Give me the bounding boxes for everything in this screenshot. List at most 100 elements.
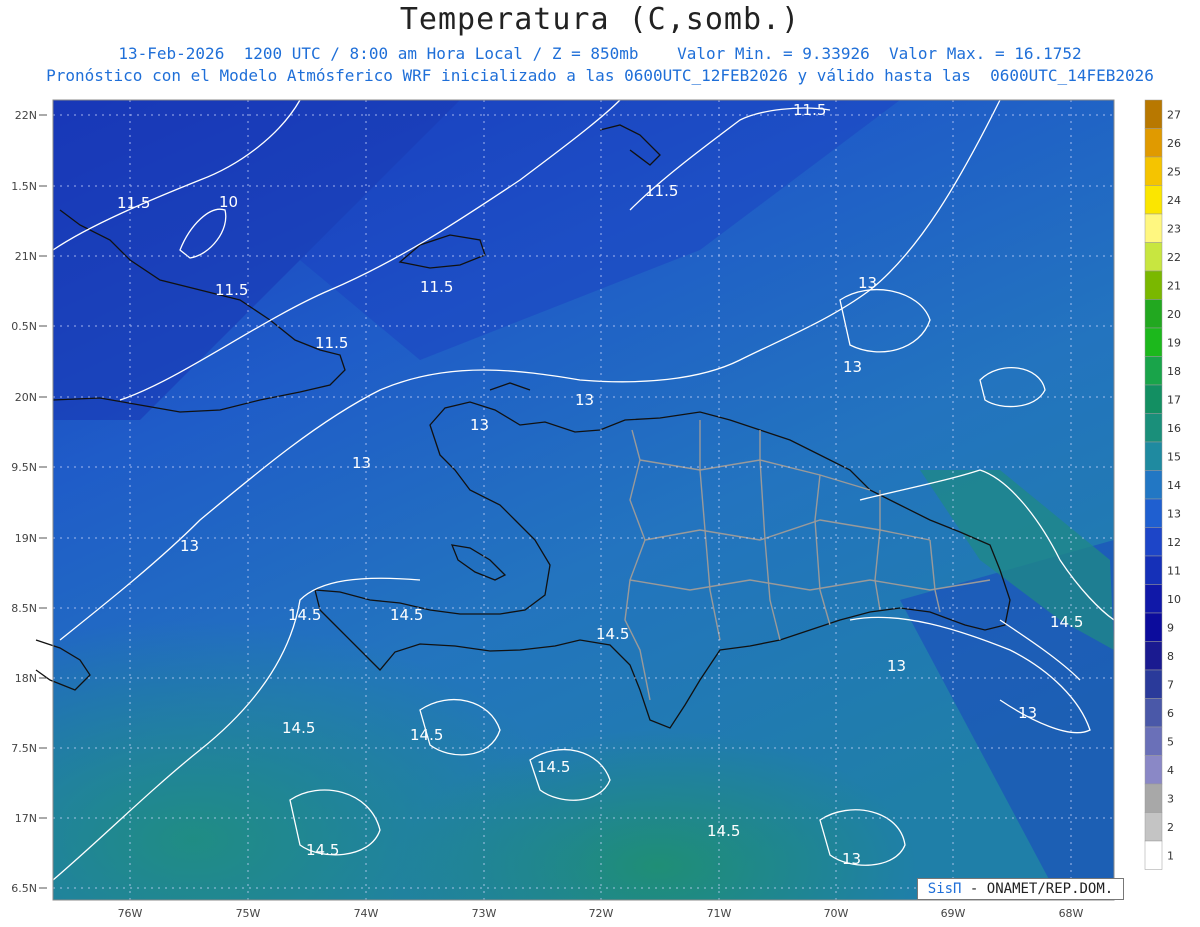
colorbar-swatch [1144, 441, 1163, 471]
colorbar-swatch [1144, 384, 1163, 414]
contour-label: 13 [352, 454, 371, 472]
contour-label: 13 [1018, 704, 1037, 722]
colorbar-label: 19 [1167, 336, 1181, 349]
lon-tick-label: 69W [941, 907, 966, 920]
colorbar-label: 1 [1167, 849, 1174, 862]
colorbar-swatch [1144, 185, 1163, 215]
colorbar-swatch [1144, 555, 1163, 585]
temperature-map: 11.5 10 11.5 11.5 11.5 11.5 11.5 13 13 1… [11, 99, 1181, 920]
colorbar-label: 6 [1167, 707, 1174, 720]
colorbar-label: 25 [1167, 165, 1181, 178]
contour-label: 13 [842, 850, 861, 868]
contour-label: 13 [887, 657, 906, 675]
contour-label: 14.5 [537, 758, 570, 776]
colorbar-swatch [1144, 213, 1163, 243]
colorbar-label: 5 [1167, 735, 1174, 748]
lat-tick-label: 7.5N [11, 742, 37, 755]
contour-label: 11.5 [645, 182, 678, 200]
colorbar-label: 26 [1167, 137, 1181, 150]
lat-tick-label: 0.5N [11, 320, 37, 333]
lat-tick-label: 9.5N [11, 461, 37, 474]
colorbar-swatch [1144, 327, 1163, 357]
colorbar-swatch [1144, 128, 1163, 158]
colorbar-label: 14 [1167, 479, 1181, 492]
colorbar-label: 18 [1167, 365, 1181, 378]
colorbar-swatch [1144, 356, 1163, 386]
colorbar-swatch [1144, 498, 1163, 528]
latitude-axis: 22N 1.5N 21N 0.5N 20N 9.5N 19N 8.5N 18N … [11, 109, 37, 895]
colorbar-swatch [1144, 270, 1163, 300]
lat-tick-label: 18N [15, 672, 37, 685]
colorbar-swatch [1144, 641, 1163, 671]
colorbar-swatch [1144, 156, 1163, 186]
latitude-ticks [39, 114, 47, 889]
colorbar-swatch [1144, 783, 1163, 813]
lat-tick-label: 8.5N [11, 602, 37, 615]
contour-label: 11.5 [315, 334, 348, 352]
colorbar-swatch [1144, 669, 1163, 699]
colorbar-label: 20 [1167, 308, 1181, 321]
lat-tick-label: 6.5N [11, 882, 37, 895]
colorbar-label: 11 [1167, 564, 1181, 577]
contour-label: 13 [575, 391, 594, 409]
colorbar-label: 10 [1167, 593, 1181, 606]
lat-tick-label: 21N [15, 250, 37, 263]
longitude-axis: 76W 75W 74W 73W 72W 71W 70W 69W 68W [118, 907, 1084, 920]
color-scale-legend: 2726252423222120191817161514131211109876… [1144, 99, 1181, 870]
contour-label: 13 [470, 416, 489, 434]
colorbar-label: 13 [1167, 507, 1181, 520]
colorbar-swatch [1144, 812, 1163, 842]
colorbar-label: 27 [1167, 108, 1181, 121]
lat-tick-label: 20N [15, 391, 37, 404]
contour-label: 13 [858, 274, 877, 292]
lon-tick-label: 75W [236, 907, 261, 920]
lon-tick-label: 72W [589, 907, 614, 920]
contour-label: 11.5 [420, 278, 453, 296]
colorbar-label: 15 [1167, 450, 1181, 463]
lat-tick-label: 22N [15, 109, 37, 122]
credit-text: - ONAMET/REP.DOM. [969, 881, 1114, 897]
contour-label: 14.5 [288, 606, 321, 624]
lon-tick-label: 73W [472, 907, 497, 920]
contour-label: 14.5 [596, 625, 629, 643]
contour-label: 11.5 [117, 194, 150, 212]
lat-tick-label: 17N [15, 812, 37, 825]
contour-label: 14.5 [707, 822, 740, 840]
colorbar-label: 22 [1167, 251, 1181, 264]
colorbar-label: 8 [1167, 650, 1174, 663]
contour-label: 13 [180, 537, 199, 555]
colorbar-label: 24 [1167, 194, 1181, 207]
colorbar-swatch [1144, 527, 1163, 557]
sispi-logo-text: SisΠ [927, 881, 962, 897]
lon-tick-label: 76W [118, 907, 143, 920]
colorbar-swatch [1144, 698, 1163, 728]
lon-tick-label: 70W [824, 907, 849, 920]
lon-tick-label: 71W [707, 907, 732, 920]
colorbar-swatch [1144, 413, 1163, 443]
contour-label: 14.5 [390, 606, 423, 624]
contour-label: 14.5 [306, 841, 339, 859]
map-plot-area [53, 100, 1114, 900]
colorbar-label: 16 [1167, 422, 1181, 435]
colorbar-swatch [1144, 242, 1163, 272]
lon-tick-label: 74W [354, 907, 379, 920]
colorbar-label: 2 [1167, 821, 1174, 834]
contour-label: 11.5 [793, 101, 826, 119]
lat-tick-label: 1.5N [11, 180, 37, 193]
contour-label: 11.5 [215, 281, 248, 299]
contour-label: 14.5 [410, 726, 443, 744]
contour-label: 10 [219, 193, 238, 211]
colorbar-swatch [1144, 612, 1163, 642]
lon-tick-label: 68W [1059, 907, 1084, 920]
colorbar-label: 4 [1167, 764, 1174, 777]
colorbar-swatch [1144, 584, 1163, 614]
colorbar-label: 17 [1167, 393, 1181, 406]
colorbar-swatch [1144, 840, 1163, 870]
colorbar-swatch [1144, 99, 1163, 129]
contour-label: 14.5 [282, 719, 315, 737]
colorbar-swatch [1144, 726, 1163, 756]
colorbar-swatch [1144, 299, 1163, 329]
colorbar-label: 23 [1167, 222, 1181, 235]
contour-label: 13 [843, 358, 862, 376]
colorbar-swatch [1144, 755, 1163, 785]
